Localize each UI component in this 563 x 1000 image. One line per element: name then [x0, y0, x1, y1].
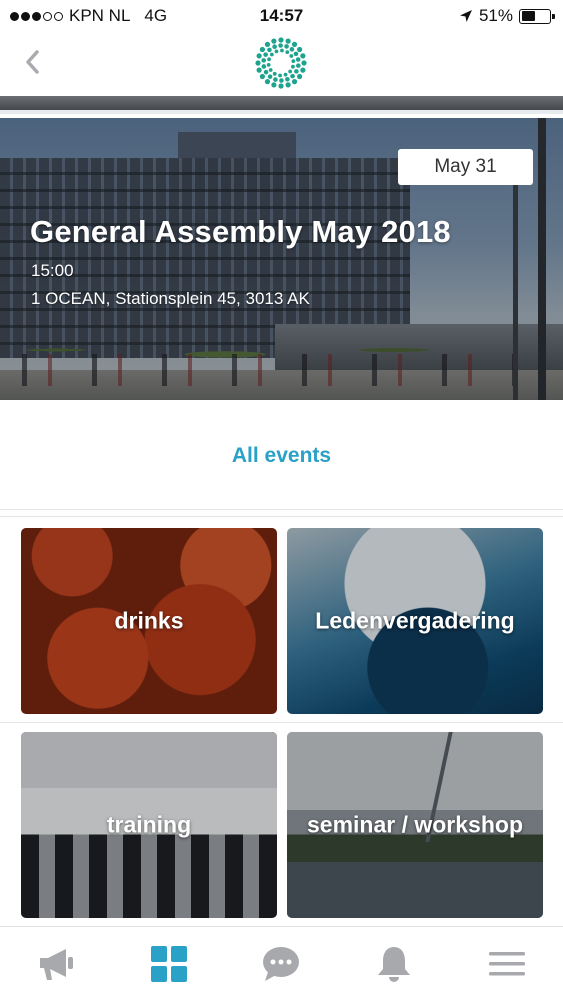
- menu-icon: [488, 951, 525, 975]
- tab-notifications[interactable]: [338, 927, 451, 1000]
- battery-percent: 51%: [478, 6, 513, 25]
- chat-bubble-icon: [263, 946, 300, 981]
- grid-icon: [150, 945, 187, 982]
- previous-event-image-strip: [0, 96, 563, 114]
- divider: [0, 722, 563, 723]
- divider: [0, 516, 563, 517]
- battery-icon: [519, 8, 555, 24]
- bell-icon: [378, 946, 411, 982]
- tab-categories[interactable]: [113, 927, 226, 1000]
- category-label: Ledenvergadering: [315, 607, 515, 634]
- divider: [0, 509, 563, 510]
- category-label: drinks: [114, 607, 184, 634]
- back-button[interactable]: [14, 44, 50, 80]
- category-tile-drinks[interactable]: drinks: [21, 528, 277, 714]
- category-label: seminar / workshop: [306, 811, 523, 838]
- location-arrow-icon: [459, 10, 472, 22]
- featured-event-card[interactable]: May 31 General Assembly May 2018 15:00 1…: [0, 118, 563, 400]
- app-logo: [255, 37, 307, 89]
- tab-bar: [0, 926, 563, 1000]
- tab-messages[interactable]: [225, 927, 338, 1000]
- status-bar: KPN NL 4G 14:57 51%: [0, 0, 563, 32]
- status-right: 51%: [459, 6, 555, 26]
- tab-announcements[interactable]: [0, 927, 113, 1000]
- megaphone-icon: [40, 948, 74, 980]
- all-events-link[interactable]: All events: [0, 444, 563, 468]
- category-label: training: [106, 811, 192, 838]
- chevron-left-icon: [26, 50, 39, 74]
- event-time: 15:00: [31, 261, 74, 280]
- category-tile-seminar-workshop[interactable]: seminar / workshop: [287, 732, 543, 918]
- nav-bar: [0, 32, 563, 94]
- tab-menu[interactable]: [450, 927, 563, 1000]
- event-title: General Assembly May 2018: [30, 214, 451, 249]
- category-tile-ledenvergadering[interactable]: Ledenvergadering: [287, 528, 543, 714]
- category-tile-training[interactable]: training: [21, 732, 277, 918]
- event-location: 1 OCEAN, Stationsplein 45, 3013 AK: [31, 289, 310, 308]
- event-date-badge: May 31: [398, 149, 533, 185]
